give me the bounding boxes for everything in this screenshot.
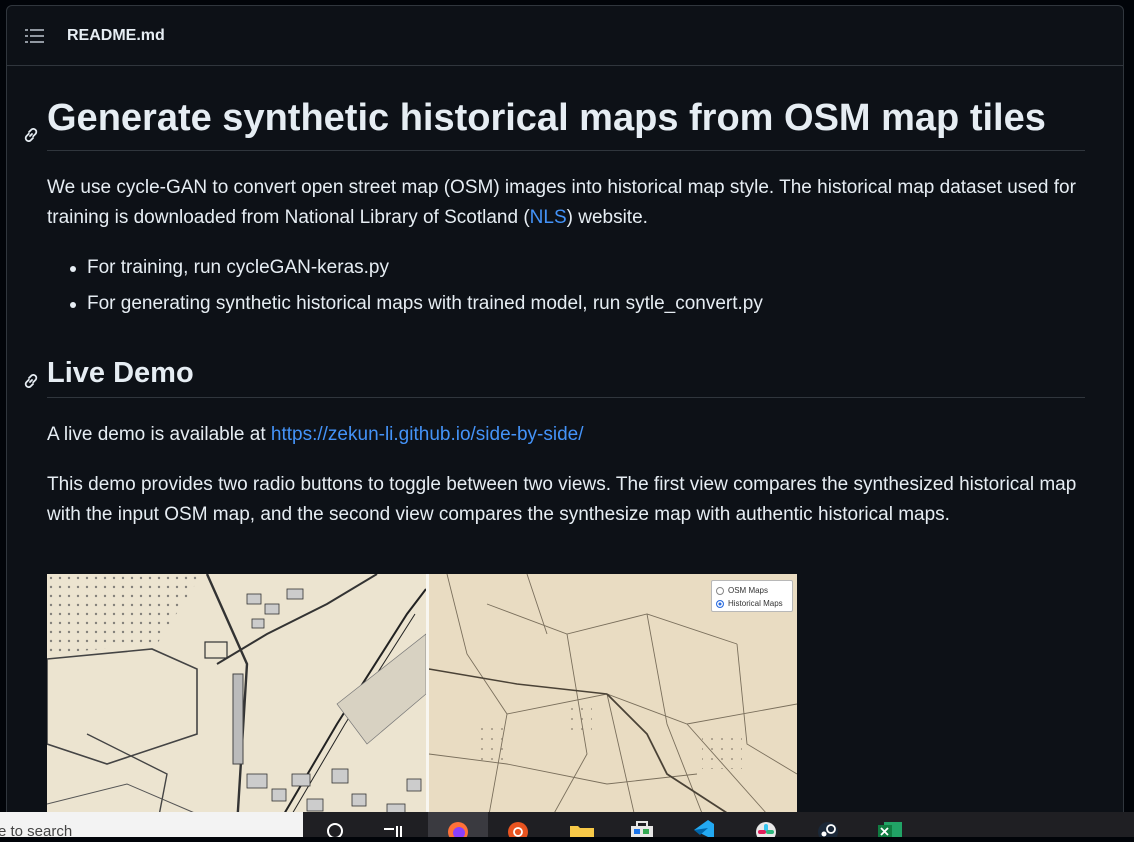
readme-content: Generate synthetic historical maps from … — [24, 66, 1085, 530]
ubuntu-icon[interactable] — [504, 818, 532, 842]
store-icon[interactable] — [628, 818, 656, 837]
vscode-icon[interactable] — [690, 818, 718, 837]
radio-button[interactable] — [716, 586, 724, 595]
radio-button[interactable] — [716, 599, 724, 608]
radio-label: OSM Maps — [728, 586, 769, 595]
intro-text-end: ) website. — [566, 207, 648, 228]
instruction-list: For training, run cycleGAN-keras.py For … — [47, 253, 1085, 319]
map-split-divider[interactable] — [426, 574, 429, 824]
radio-osm-maps[interactable]: OSM Maps — [716, 584, 788, 597]
task-view-icon[interactable] — [380, 818, 408, 837]
file-explorer-icon[interactable] — [568, 818, 596, 837]
link-anchor-icon[interactable] — [21, 364, 41, 388]
demo-link[interactable]: https://zekun-li.github.io/side-by-side/ — [271, 424, 584, 445]
link-anchor-icon[interactable] — [21, 109, 41, 142]
steam-icon[interactable] — [814, 818, 842, 842]
intro-paragraph: We use cycle-GAN to convert open street … — [47, 173, 1085, 233]
search-placeholder: e to search — [0, 823, 73, 837]
map-view-toggle: OSM Maps Historical Maps — [711, 580, 793, 612]
radio-label: Historical Maps — [728, 599, 783, 608]
firefox-icon[interactable] — [444, 818, 472, 842]
excel-icon[interactable] — [876, 818, 904, 837]
list-item: For training, run cycleGAN-keras.py — [70, 253, 1085, 283]
live-demo-heading: Live Demo — [24, 355, 1085, 398]
readme-container: README.md Generate synthetic historical … — [6, 5, 1124, 825]
readme-filename: README.md — [67, 26, 165, 44]
search-icon[interactable] — [322, 818, 350, 839]
taskbar-search-box[interactable]: e to search — [0, 812, 303, 837]
page-title-heading: Generate synthetic historical maps from … — [24, 94, 1085, 151]
nls-link[interactable]: NLS — [530, 207, 567, 228]
page-title: Generate synthetic historical maps from … — [47, 97, 1046, 139]
readme-header: README.md — [7, 6, 1123, 66]
live-demo-title: Live Demo — [47, 357, 194, 389]
slack-icon[interactable] — [752, 818, 780, 842]
demo-text: A live demo is available at — [47, 424, 271, 445]
list-item: For generating synthetic historical maps… — [70, 289, 1085, 319]
demo-map-image: OSM Maps Historical Maps — [47, 574, 797, 824]
demo-description: This demo provides two radio buttons to … — [47, 474, 1077, 525]
demo-link-paragraph: A live demo is available at https://zeku… — [47, 420, 1085, 450]
windows-taskbar: e to search — [0, 812, 1134, 842]
radio-historical-maps[interactable]: Historical Maps — [716, 597, 788, 610]
table-of-contents-icon[interactable] — [25, 25, 47, 47]
map-illustration — [47, 574, 797, 824]
